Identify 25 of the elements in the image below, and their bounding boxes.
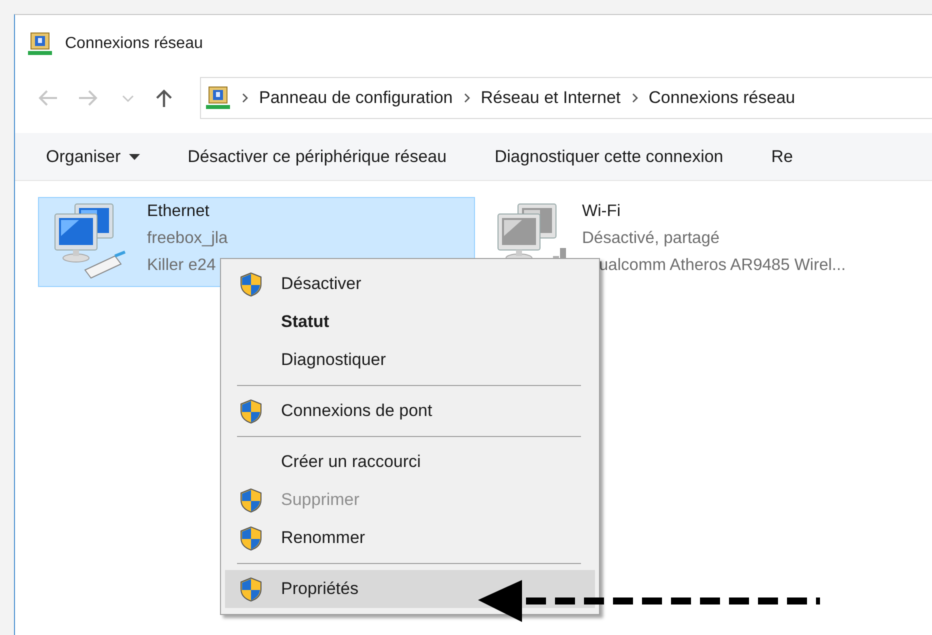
chevron-right-icon [630,92,639,104]
connection-detail: freebox_jla [147,228,228,249]
connection-detail: ualcomm Atheros AR9485 Wirel... [598,255,846,276]
menu-item[interactable]: Connexions de pont [225,392,595,430]
breadcrumb-item[interactable]: Connexions réseau [648,88,796,108]
toolbar-button[interactable]: Organiser [46,142,140,170]
toolbar-button[interactable]: Re [771,142,793,170]
connection-detail: Killer e24 [147,255,217,276]
menu-item[interactable]: Propriétés [225,570,595,608]
menu-item[interactable]: Renommer [225,519,595,557]
toolbar-button[interactable]: Désactiver ce périphérique réseau [188,142,447,170]
menu-item[interactable]: Statut [225,303,595,341]
menu-item[interactable]: Diagnostiquer [225,341,595,379]
breadcrumb-item[interactable]: Réseau et Internet [480,88,621,108]
menu-item[interactable]: Créer un raccourci [225,443,595,481]
connection-name: Wi-Fi [582,201,622,222]
chevron-right-icon [462,92,471,104]
connection-name: Ethernet [147,201,210,222]
connection-detail: Désactivé, partagé [582,228,721,249]
toolbar-button[interactable]: Diagnostiquer cette connexion [494,142,724,170]
breadcrumb-item[interactable]: Panneau de configuration [259,88,453,108]
window-title: Connexions réseau [65,34,203,52]
network-icon [205,85,231,111]
chevron-right-icon [241,92,249,104]
network-icon [27,30,53,56]
